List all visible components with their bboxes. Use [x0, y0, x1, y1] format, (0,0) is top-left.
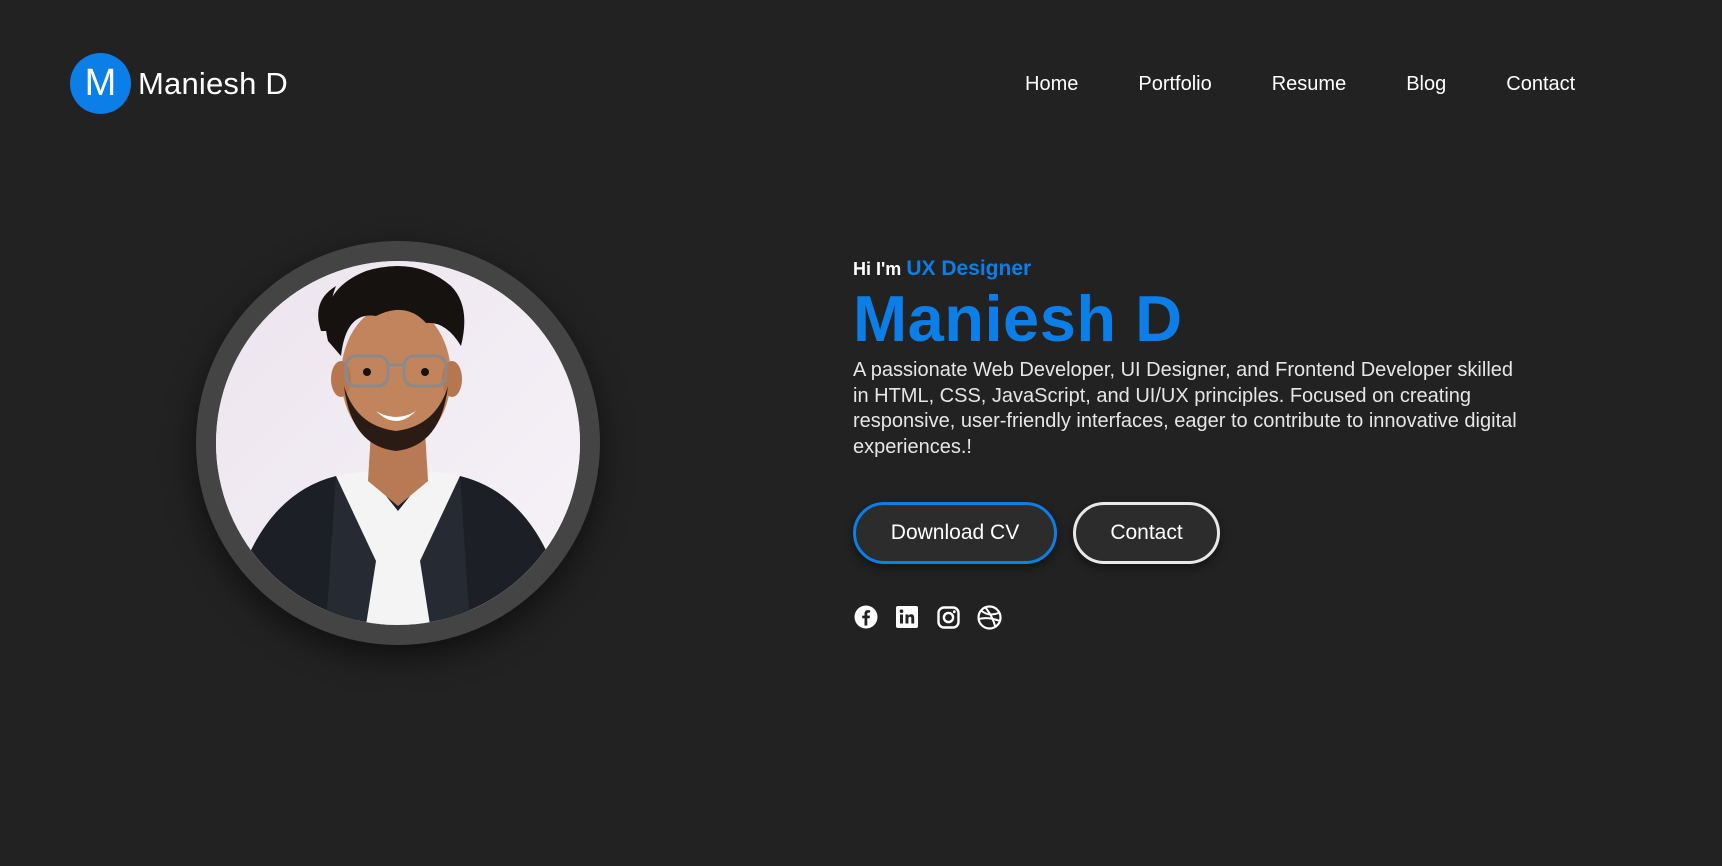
- hero-name: Maniesh D: [853, 282, 1183, 355]
- linkedin-icon[interactable]: [894, 604, 920, 630]
- instagram-icon[interactable]: [935, 604, 961, 630]
- nav-home[interactable]: Home: [1025, 72, 1078, 96]
- profile-photo-illustration: [216, 261, 580, 625]
- profile-photo-frame: [196, 241, 600, 645]
- nav-resume[interactable]: Resume: [1272, 72, 1346, 96]
- hero-bio: A passionate Web Developer, UI Designer,…: [853, 359, 1517, 458]
- site-header: M Maniesh D Home Portfolio Resume Blog C…: [0, 0, 1722, 170]
- hero-actions: Download CV Contact: [853, 502, 1553, 564]
- download-cv-button[interactable]: Download CV: [853, 502, 1057, 564]
- hero-section: Hi I'm UX Designer Maniesh D A passionat…: [853, 256, 1553, 630]
- dribbble-icon[interactable]: [976, 604, 1002, 630]
- logo-badge: M: [70, 53, 131, 114]
- intro-line: Hi I'm UX Designer: [853, 256, 1553, 282]
- greeting-text: Hi I'm: [853, 259, 902, 279]
- brand-name: Maniesh D: [138, 65, 288, 101]
- main-nav: Home Portfolio Resume Blog Contact: [1025, 72, 1575, 96]
- role-text: UX Designer: [906, 257, 1032, 280]
- social-links: [853, 604, 1553, 630]
- brand-logo-link[interactable]: M Maniesh D: [70, 53, 288, 114]
- nav-portfolio[interactable]: Portfolio: [1138, 72, 1211, 96]
- nav-contact[interactable]: Contact: [1506, 72, 1575, 96]
- facebook-icon[interactable]: [853, 604, 879, 630]
- contact-button[interactable]: Contact: [1073, 502, 1220, 564]
- profile-photo: [216, 261, 580, 625]
- nav-blog[interactable]: Blog: [1406, 72, 1446, 96]
